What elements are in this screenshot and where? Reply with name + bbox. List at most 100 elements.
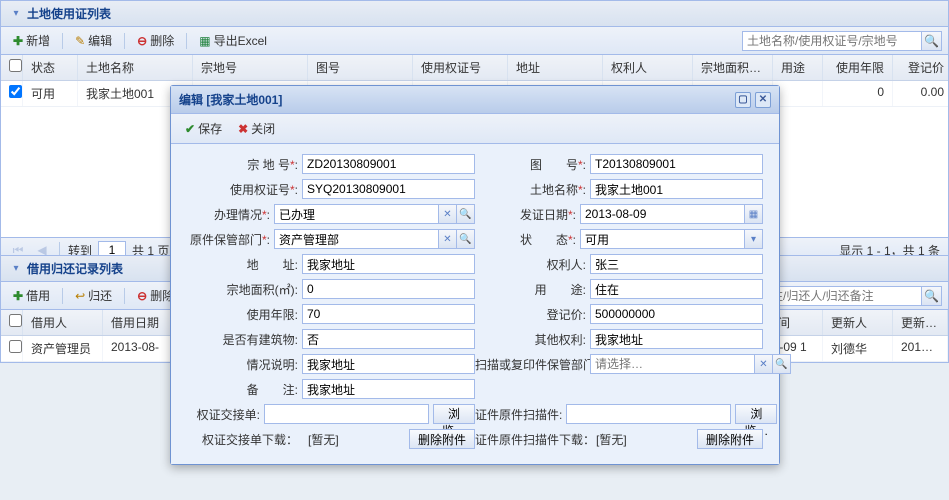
delete-attachment-button[interactable]: 删除附件 (409, 429, 475, 449)
col-price[interactable]: 登记价 (893, 55, 949, 80)
save-button[interactable]: ✔保存 (179, 118, 228, 139)
label-cert: 使用权证号*: (187, 181, 302, 198)
col-status[interactable]: 状态 (23, 55, 78, 80)
clear-button[interactable]: ✕ (439, 204, 457, 224)
label-handle: 办理情况*: (187, 206, 274, 223)
sub-checkbox-col (1, 310, 23, 335)
col-borrower[interactable]: 借用人 (23, 310, 103, 335)
browse-button[interactable]: 浏览… (433, 404, 475, 424)
sub-select-all[interactable] (9, 314, 22, 327)
input-years[interactable] (302, 304, 475, 324)
label-addr: 地 址: (187, 256, 302, 273)
borrow-button[interactable]: ✚借用 (7, 285, 56, 306)
sub-row-checkbox[interactable] (9, 340, 22, 353)
return-icon: ↩ (75, 289, 85, 303)
label-desc: 情况说明: (187, 356, 302, 373)
pencil-icon: ✎ (75, 34, 85, 48)
input-dept[interactable] (274, 229, 439, 249)
input-zd[interactable] (302, 154, 475, 174)
dialog-close-button[interactable]: ✕ (755, 92, 771, 108)
input-addr[interactable] (302, 254, 475, 274)
delete-button[interactable]: ⊖删除 (131, 30, 180, 51)
check-icon: ✔ (185, 122, 195, 136)
return-label: 归还 (88, 287, 112, 304)
input-handle[interactable] (274, 204, 439, 224)
clear-button[interactable]: ✕ (755, 354, 773, 374)
label-cert-scan-dl: 证件原件扫描件下载： (475, 431, 590, 448)
label-scan-dept: 扫描或复印件保管部门: (475, 356, 590, 373)
sub-search-button[interactable]: 🔍 (922, 286, 942, 306)
input-use[interactable] (590, 279, 763, 299)
input-scan-dept[interactable] (590, 354, 755, 374)
input-owner[interactable] (590, 254, 763, 274)
col-name[interactable]: 土地名称 (78, 55, 193, 80)
save-label: 保存 (198, 120, 222, 137)
close-button[interactable]: ✖关闭 (232, 118, 281, 139)
col-updtime[interactable]: 更新时间 (893, 310, 948, 335)
separator (62, 33, 63, 49)
col-cert[interactable]: 使用权证号 (413, 55, 508, 80)
return-button[interactable]: ↩归还 (69, 285, 118, 306)
main-toolbar: ✚新增 ✎编辑 ⊖删除 ▦导出Excel 🔍 (1, 27, 948, 55)
cell-borrower: 资产管理员 (23, 336, 103, 361)
cert-handover-dl-value: [暂无] (302, 431, 345, 448)
col-updater[interactable]: 更新人 (823, 310, 893, 335)
lookup-button[interactable]: 🔍 (457, 204, 475, 224)
row-checkbox[interactable] (9, 85, 22, 98)
collapse-icon[interactable]: ▾ (9, 7, 23, 21)
search-button[interactable]: 🔍 (922, 31, 942, 51)
cell-borrow-date: 2013-08- (103, 336, 173, 361)
add-label: 新增 (26, 32, 50, 49)
label-price: 登记价: (475, 306, 590, 323)
label-issue-date: 发证日期*: (475, 206, 580, 223)
cert-scan-dl-value: [暂无] (590, 431, 633, 448)
input-name[interactable] (590, 179, 763, 199)
col-tu[interactable]: 图号 (308, 55, 413, 80)
calendar-icon: ▦ (749, 209, 758, 220)
input-area[interactable] (302, 279, 475, 299)
checkbox-col (1, 55, 23, 80)
browse-button[interactable]: 浏览… (735, 404, 777, 424)
col-use[interactable]: 用途 (773, 55, 823, 80)
input-cert-scan[interactable] (566, 404, 731, 424)
calendar-button[interactable]: ▦ (745, 204, 763, 224)
input-desc[interactable] (302, 354, 475, 374)
dropdown-button[interactable]: ▾ (745, 229, 763, 249)
input-status[interactable] (580, 229, 745, 249)
input-tu[interactable] (590, 154, 763, 174)
dialog-title: 编辑 [我家土地001] (179, 91, 282, 108)
input-issue-date[interactable] (580, 204, 745, 224)
select-all-checkbox[interactable] (9, 59, 22, 72)
sub-panel-title: 借用归还记录列表 (27, 260, 123, 277)
col-owner[interactable]: 权利人 (603, 55, 693, 80)
search-icon: 🔍 (924, 289, 939, 303)
col-borrow-date[interactable]: 借用日期 (103, 310, 173, 335)
search-icon: 🔍 (924, 34, 939, 48)
input-has-building[interactable] (302, 329, 475, 349)
collapse-icon[interactable]: ▾ (9, 262, 23, 276)
col-zd[interactable]: 宗地号 (193, 55, 308, 80)
search-input[interactable] (742, 31, 922, 51)
input-price[interactable] (590, 304, 763, 324)
input-cert-handover[interactable] (264, 404, 429, 424)
delete-attachment-button[interactable]: 删除附件 (697, 429, 763, 449)
dialog-header[interactable]: 编辑 [我家土地001] ▢ ✕ (171, 86, 779, 113)
clear-button[interactable]: ✕ (439, 229, 457, 249)
label-other-right: 其他权利: (475, 331, 590, 348)
lookup-button[interactable]: 🔍 (457, 229, 475, 249)
export-button[interactable]: ▦导出Excel (193, 30, 273, 51)
input-cert[interactable] (302, 179, 475, 199)
edit-button[interactable]: ✎编辑 (69, 30, 118, 51)
main-panel-header: ▾ 土地使用证列表 (1, 1, 948, 27)
add-button[interactable]: ✚新增 (7, 30, 56, 51)
edit-dialog: 编辑 [我家土地001] ▢ ✕ ✔保存 ✖关闭 宗 地 号*: 图 号*: 使… (170, 85, 780, 465)
dialog-body: 宗 地 号*: 图 号*: 使用权证号*: 土地名称*: 办理情况*:✕🔍 发证… (171, 144, 779, 464)
col-addr[interactable]: 地址 (508, 55, 603, 80)
x-icon: ✖ (238, 122, 248, 136)
maximize-button[interactable]: ▢ (735, 92, 751, 108)
lookup-button[interactable]: 🔍 (773, 354, 791, 374)
col-years[interactable]: 使用年限 (823, 55, 893, 80)
col-area[interactable]: 宗地面积(㎡) (693, 55, 773, 80)
input-note[interactable] (302, 379, 475, 399)
input-other-right[interactable] (590, 329, 763, 349)
